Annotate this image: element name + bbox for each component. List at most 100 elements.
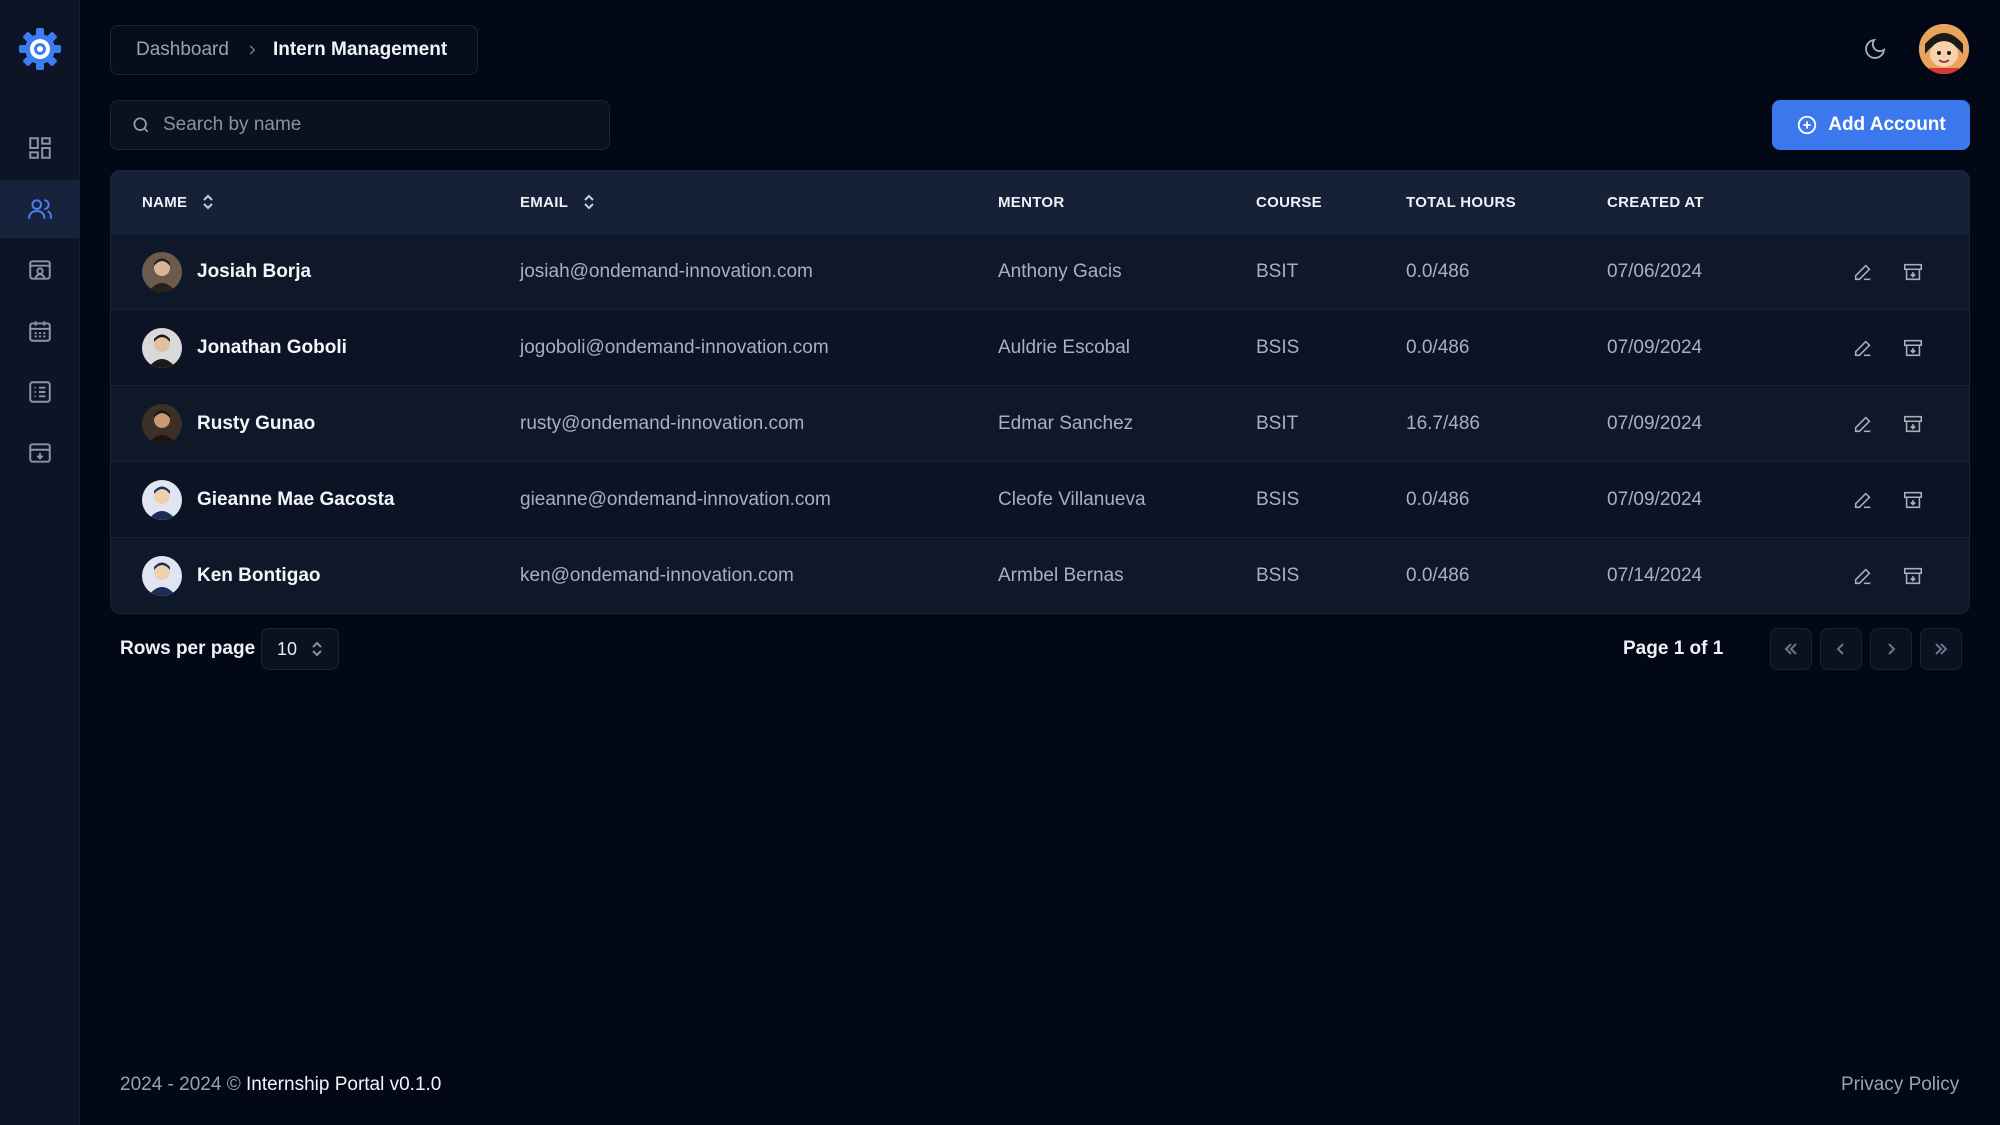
cell-course: BSIS [1256, 565, 1300, 586]
table-row[interactable]: Rusty Gunao rusty@ondemand-innovation.com… [111, 385, 1969, 461]
sort-name-icon[interactable] [201, 193, 215, 211]
id-card-icon [29, 260, 51, 280]
moon-icon [1865, 38, 1886, 59]
cell-created-at: 07/06/2024 [1607, 261, 1703, 282]
edit-button[interactable] [1851, 412, 1875, 436]
cell-email: gieanne@ondemand-innovation.com [520, 489, 831, 510]
page-info: Page 1 of 1 [1623, 638, 1724, 659]
theme-toggle-button[interactable] [1860, 34, 1890, 64]
edit-button[interactable] [1851, 488, 1875, 512]
rows-per-page-select[interactable]: 10 [261, 628, 339, 670]
column-header-total-hours: TOTAL HOURS [1406, 193, 1516, 211]
interns-table: NAME EMAIL MENTOR COURSE TOTAL HOURS CRE… [110, 170, 1970, 614]
last-page-button[interactable] [1920, 628, 1962, 670]
table-row[interactable]: Josiah Borja josiah@ondemand-innovation.c… [111, 233, 1969, 309]
nav-dashboard[interactable] [0, 119, 80, 177]
sort-email-icon[interactable] [582, 193, 596, 211]
archive-button[interactable] [1901, 336, 1925, 360]
search-input[interactable] [163, 114, 583, 136]
archive-icon [29, 443, 51, 463]
cell-created-at: 07/09/2024 [1607, 489, 1703, 510]
privacy-policy-link[interactable]: Privacy Policy [1841, 1074, 1959, 1096]
rows-per-page-value: 10 [277, 638, 298, 659]
cell-email: ken@ondemand-innovation.com [520, 565, 794, 586]
nav-interns[interactable] [0, 180, 80, 238]
column-header-course: COURSE [1256, 193, 1322, 211]
table-row[interactable]: Ken Bontigao ken@ondemand-innovation.com A… [111, 537, 1969, 613]
table-row[interactable]: Jonathan Goboli jogoboli@ondemand-innovat… [111, 309, 1969, 385]
cell-created-at: 07/09/2024 [1607, 413, 1703, 434]
first-page-button[interactable] [1770, 628, 1812, 670]
intern-avatar [142, 252, 182, 292]
nav-reports[interactable] [0, 363, 80, 421]
pencil-icon [1854, 264, 1871, 281]
nav-calendar[interactable] [0, 302, 80, 360]
chevron-right-icon [1888, 643, 1896, 655]
table-header: NAME EMAIL MENTOR COURSE TOTAL HOURS CRE… [111, 171, 1969, 233]
sidebar [0, 0, 80, 1125]
cell-name: Rusty Gunao [142, 386, 315, 462]
table-row[interactable]: Gieanne Mae Gacosta gieanne@ondemand-inno… [111, 461, 1969, 537]
column-header-email: EMAIL [520, 171, 596, 233]
column-header-email-label: EMAIL [520, 193, 569, 211]
edit-button[interactable] [1851, 564, 1875, 588]
chevron-right-icon [245, 43, 259, 57]
add-account-button[interactable]: Add Account [1772, 100, 1970, 150]
edit-button[interactable] [1851, 336, 1875, 360]
next-page-button[interactable] [1870, 628, 1912, 670]
dashboard-icon [29, 137, 51, 159]
edit-button[interactable] [1851, 260, 1875, 284]
intern-name: Gieanne Mae Gacosta [197, 489, 395, 510]
nav-archive[interactable] [0, 424, 80, 482]
intern-name: Jonathan Goboli [197, 337, 347, 358]
cell-name: Jonathan Goboli [142, 310, 347, 386]
intern-avatar [142, 328, 182, 368]
intern-name: Rusty Gunao [197, 413, 316, 434]
cell-created-at: 07/09/2024 [1607, 337, 1703, 358]
archive-button[interactable] [1901, 564, 1925, 588]
intern-avatar [142, 404, 182, 444]
cell-course: BSIS [1256, 489, 1300, 510]
plus-circle-icon [1798, 115, 1817, 135]
cell-name: Josiah Borja [142, 234, 311, 310]
cell-total-hours: 0.0/486 [1406, 337, 1470, 358]
column-header-created-at: CREATED AT [1607, 193, 1704, 211]
archive-box-icon [1903, 567, 1923, 585]
intern-name: Josiah Borja [197, 261, 312, 282]
column-header-name-label: NAME [142, 193, 188, 211]
cell-name: Gieanne Mae Gacosta [142, 462, 394, 538]
column-header-mentor: MENTOR [998, 193, 1065, 211]
intern-avatar [142, 480, 182, 520]
breadcrumb: Dashboard Intern Management [110, 25, 478, 75]
breadcrumb-dashboard-link[interactable]: Dashboard [136, 39, 229, 61]
cell-email: josiah@ondemand-innovation.com [520, 261, 813, 282]
pencil-icon [1854, 416, 1871, 433]
cell-email: rusty@ondemand-innovation.com [520, 413, 805, 434]
archive-button[interactable] [1901, 488, 1925, 512]
users-icon [28, 199, 52, 219]
add-account-label: Add Account [1828, 114, 1946, 135]
breadcrumb-current: Intern Management [272, 39, 448, 60]
archive-button[interactable] [1901, 412, 1925, 436]
rows-per-page-label: Rows per page [120, 638, 256, 659]
cell-created-at: 07/14/2024 [1607, 565, 1703, 586]
previous-page-button[interactable] [1820, 628, 1862, 670]
archive-button[interactable] [1901, 260, 1925, 284]
list-icon [29, 381, 51, 403]
archive-box-icon [1903, 339, 1923, 357]
chevron-up-down-icon [312, 641, 322, 657]
footer-copyright-text: 2024 - 2024 © [120, 1074, 241, 1095]
pencil-icon [1854, 492, 1871, 509]
intern-name: Ken Bontigao [197, 565, 321, 586]
nav-profiles[interactable] [0, 241, 80, 299]
user-avatar[interactable] [1919, 24, 1969, 74]
gear-logo-icon[interactable] [16, 25, 64, 73]
cell-total-hours: 0.0/486 [1406, 565, 1470, 586]
cell-email: jogoboli@ondemand-innovation.com [520, 337, 829, 358]
archive-box-icon [1903, 263, 1923, 281]
archive-box-icon [1903, 491, 1923, 509]
pencil-icon [1854, 340, 1871, 357]
cell-course: BSIT [1256, 261, 1299, 282]
cell-course: BSIS [1256, 337, 1300, 358]
archive-box-icon [1903, 415, 1923, 433]
